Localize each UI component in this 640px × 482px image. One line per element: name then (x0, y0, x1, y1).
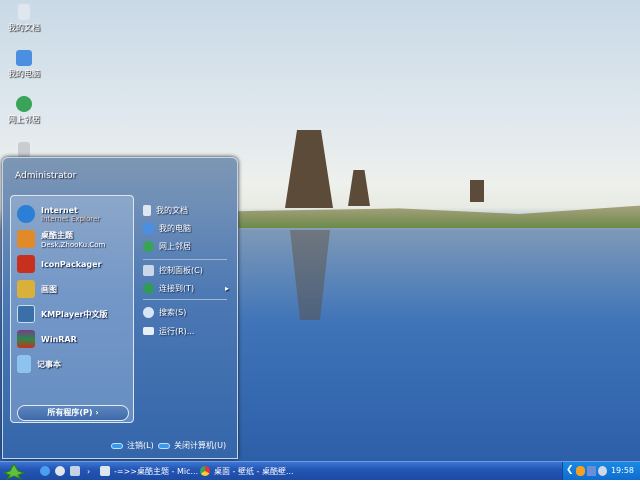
menu-separator (143, 259, 227, 260)
logoff-icon (111, 442, 123, 449)
menu-separator (143, 299, 227, 300)
shutdown-icon (158, 442, 170, 449)
ime-icon[interactable] (598, 466, 607, 476)
run-icon (143, 327, 154, 335)
menu-item-kmplayer[interactable]: KMPlayer中文版 (17, 303, 108, 325)
item-sublabel: Desk.ZhooKu.Com (41, 240, 106, 249)
menu-item-zhooku[interactable]: 桌酷主题 Desk.ZhooKu.Com (17, 228, 105, 250)
my-documents-icon (18, 4, 30, 20)
task-button-chrome[interactable]: 桌面 - 壁纸 - 桌酷壁... (200, 463, 294, 479)
shutdown-button[interactable]: 关闭计算机(U) (158, 440, 226, 451)
clock[interactable]: 19:58 (611, 466, 634, 475)
ie-icon (17, 205, 35, 223)
desktop-icon-label: 我的电脑 (8, 69, 40, 78)
user-name: Administrator (15, 171, 77, 181)
network-icon (143, 240, 154, 252)
notepad-icon (17, 355, 31, 373)
recycle-bin-icon (18, 142, 30, 158)
item-label: KMPlayer中文版 (41, 309, 108, 319)
quick-launch-chevron[interactable]: › (87, 463, 90, 479)
desktop-icon-my-computer[interactable]: 我的电脑 (4, 50, 44, 79)
item-label: IconPackager (41, 259, 102, 269)
winrar-icon (17, 330, 35, 348)
start-logo-icon (2, 462, 26, 481)
connect-icon (143, 282, 154, 294)
item-label: WinRAR (41, 334, 77, 344)
submenu-arrow-icon: ▸ (224, 283, 229, 293)
menu-item-iconpackager[interactable]: IconPackager (17, 253, 102, 275)
task-button-zhooku[interactable]: -=>>桌酷主题 - Mic... (100, 463, 198, 479)
all-programs-button[interactable]: 所有程序(P) › (17, 405, 129, 421)
browser-icon[interactable] (55, 466, 65, 476)
item-label: 网上邻居 (159, 241, 191, 251)
task-label: -=>>桌酷主题 - Mic... (114, 466, 199, 476)
task-label: 桌面 - 壁纸 - 桌酷壁... (214, 466, 294, 476)
my-documents-icon (143, 204, 151, 216)
menu-item-my-computer[interactable]: 我的电脑 (143, 220, 191, 236)
search-icon (143, 306, 154, 318)
taskbar: › -=>>桌酷主题 - Mic... 桌面 - 壁纸 - 桌酷壁... ❮ 1… (0, 461, 640, 481)
desktop-icon-my-documents[interactable]: 我的文档 (4, 4, 44, 33)
item-label: 画图 (41, 284, 57, 294)
item-label: 我的文档 (156, 205, 188, 215)
all-programs-label: 所有程序(P) (47, 408, 93, 417)
item-label: 控制面板(C) (159, 265, 203, 275)
menu-item-network[interactable]: 网上邻居 (143, 238, 191, 254)
windmill-reflection (290, 230, 330, 320)
item-label: 运行(R)... (159, 326, 195, 336)
network-icon (16, 96, 32, 112)
item-label: 桌酷主题 (41, 230, 73, 240)
qq-icon[interactable] (576, 466, 585, 476)
system-tray: ❮ 19:58 (562, 462, 640, 480)
item-label: 搜索(S) (159, 307, 187, 317)
windmill (470, 180, 484, 202)
menu-item-my-documents[interactable]: 我的文档 (143, 202, 188, 218)
desktop-icon-label: 网上邻居 (8, 115, 40, 124)
menu-item-internet[interactable]: Internet Internet Explorer (17, 203, 100, 225)
my-computer-icon (16, 50, 32, 66)
network-tray-icon[interactable] (587, 466, 596, 476)
shutdown-label: 关闭计算机(U) (174, 441, 227, 450)
my-computer-icon (143, 222, 154, 234)
paint-icon (17, 280, 35, 298)
iconpackager-icon (17, 255, 35, 273)
item-label: 连接到(T) (159, 283, 195, 293)
windmill (348, 170, 370, 206)
desktop-icon-label: 我的文档 (8, 23, 40, 32)
kmplayer-icon (17, 305, 35, 323)
pinned-programs: Internet Internet Explorer 桌酷主题 Desk.ZhooK… (10, 195, 134, 423)
desktop-icon[interactable] (70, 466, 80, 476)
item-sublabel: Internet Explorer (41, 214, 101, 223)
windmill (285, 130, 333, 208)
word-icon (100, 466, 110, 476)
menu-item-notepad[interactable]: 记事本 (17, 353, 61, 375)
menu-item-search[interactable]: 搜索(S) (143, 304, 186, 320)
desktop-icon-network[interactable]: 网上邻居 (4, 96, 44, 125)
item-label: Internet (41, 205, 78, 215)
arrow-right-icon: › (95, 408, 99, 417)
start-button[interactable] (2, 462, 26, 481)
menu-item-control-panel[interactable]: 控制面板(C) (143, 262, 203, 278)
ie-icon[interactable] (40, 466, 50, 476)
zhooku-icon (17, 230, 35, 248)
start-menu: Administrator Internet Internet Explorer … (2, 157, 238, 459)
chrome-icon (200, 466, 210, 476)
control-panel-icon (143, 264, 154, 276)
item-label: 我的电脑 (159, 223, 191, 233)
logoff-button[interactable]: 注销(L) (111, 440, 154, 451)
item-label: 记事本 (37, 359, 61, 369)
logoff-label: 注销(L) (127, 441, 154, 450)
menu-item-run[interactable]: 运行(R)... (143, 323, 194, 339)
menu-item-connect-to[interactable]: 连接到(T) ▸ (143, 280, 229, 296)
menu-item-paint[interactable]: 画图 (17, 278, 57, 300)
menu-item-winrar[interactable]: WinRAR (17, 328, 77, 350)
show-hidden-icon[interactable]: ❮ (566, 465, 574, 475)
